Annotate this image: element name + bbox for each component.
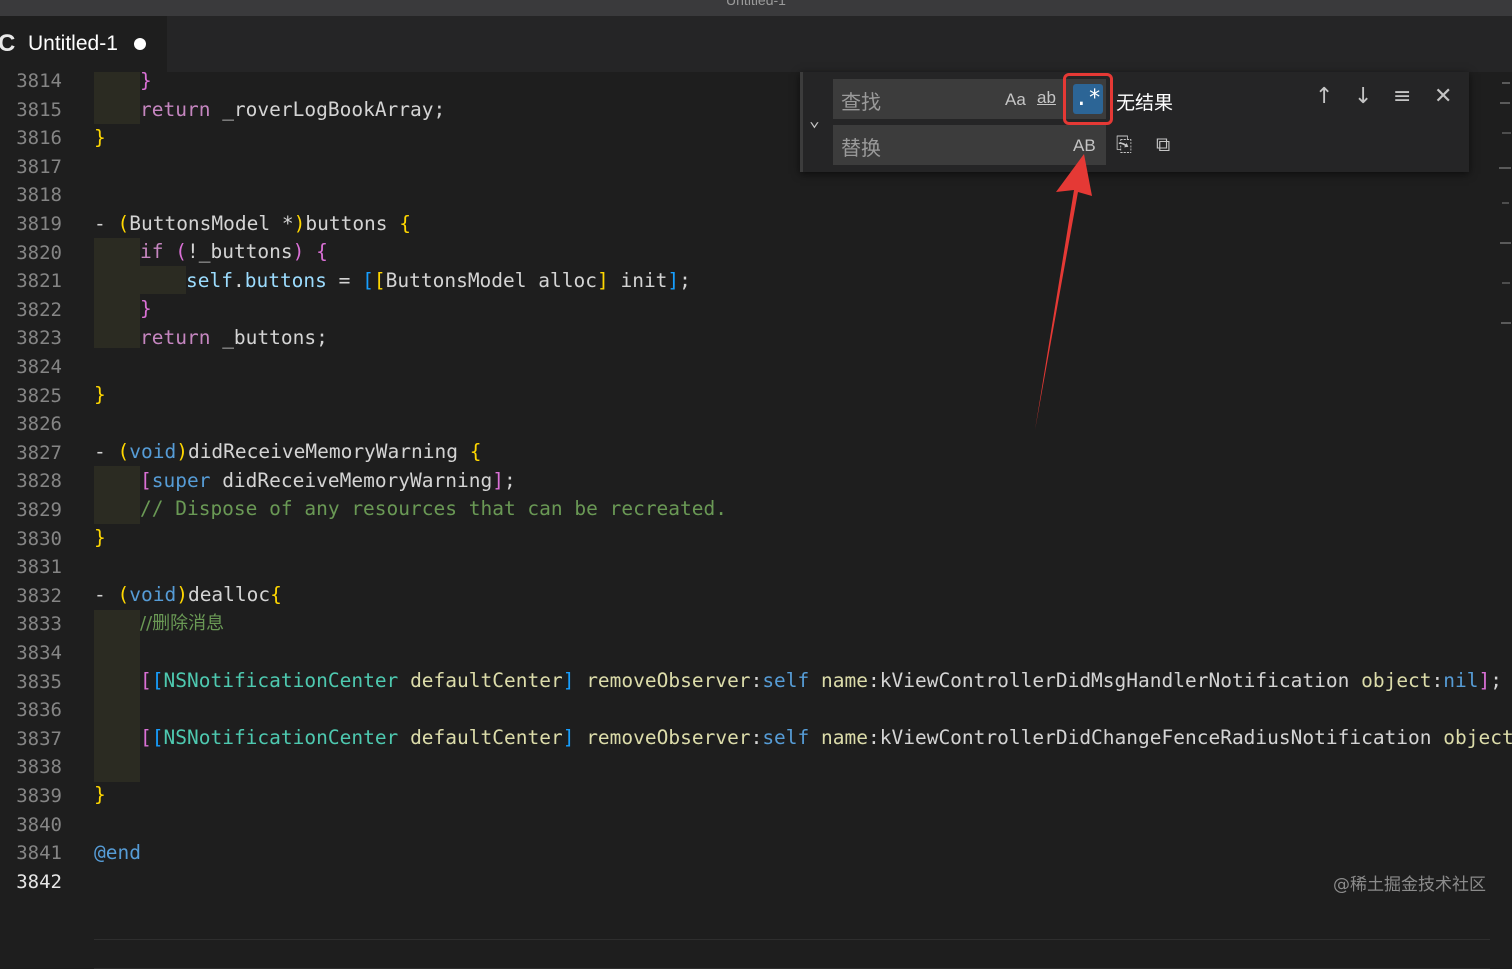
watermark: @稀土掘金技术社区 [1333,875,1486,895]
current-line-highlight [94,939,1490,969]
annotation-arrow [1035,154,1092,430]
